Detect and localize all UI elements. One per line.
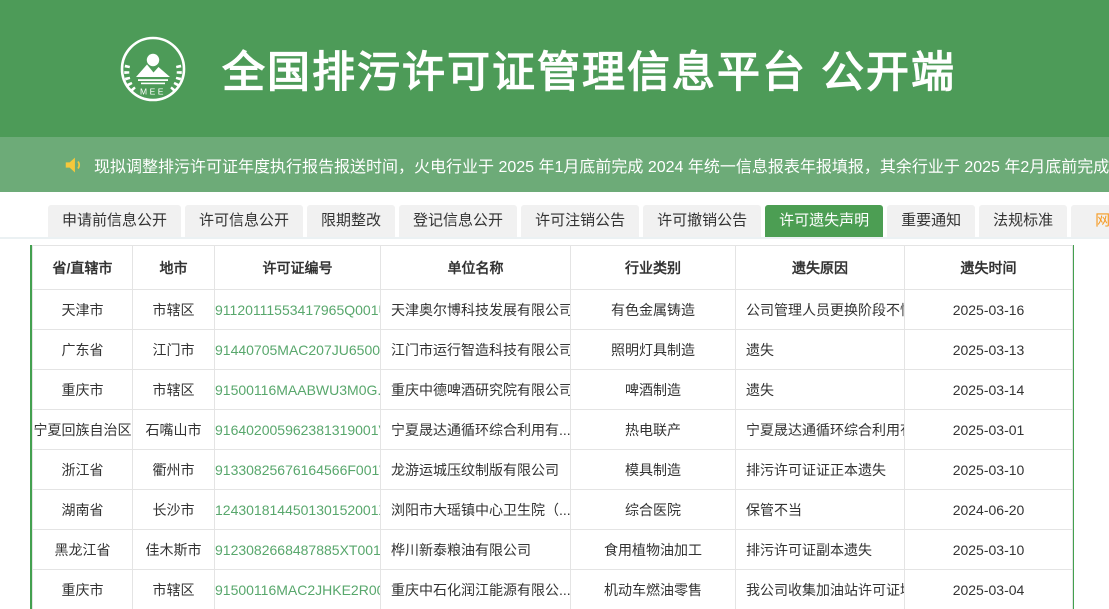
logo-text: MEE	[140, 86, 166, 96]
col-header-loss-reason: 遗失原因	[736, 246, 905, 290]
cell-city: 佳木斯市	[133, 530, 215, 570]
cell-loss-date: 2025-03-16	[905, 290, 1073, 330]
cell-city: 市辖区	[133, 290, 215, 330]
cell-company-name: 龙游运城压纹制版有限公司	[381, 450, 571, 490]
cell-city: 江门市	[133, 330, 215, 370]
tab-bar: 申请前信息公开 许可信息公开 限期整改 登记信息公开 许可注销公告 许可撤销公告…	[0, 205, 1109, 239]
cell-loss-date: 2025-03-13	[905, 330, 1073, 370]
site-header: MEE 全国排污许可证管理信息平台 公开端	[0, 0, 1109, 137]
tab-permit-info[interactable]: 许可信息公开	[185, 205, 303, 237]
cell-permit-number-link[interactable]: 91330825676164566F001W	[215, 450, 381, 490]
cell-industry: 有色金属铸造	[571, 290, 736, 330]
mee-logo-icon: MEE	[120, 36, 186, 102]
cell-loss-reason: 我公司收集加油站许可证填...	[736, 570, 905, 609]
header-inner: MEE 全国排污许可证管理信息平台 公开端	[120, 36, 956, 102]
cell-industry: 食用植物油加工	[571, 530, 736, 570]
cell-permit-number-link[interactable]: 916402005962381319001V	[215, 410, 381, 450]
table-row: 湖南省 长沙市 124301814450130152001X 浏阳市大瑶镇中心卫…	[33, 490, 1073, 530]
col-header-company-name: 单位名称	[381, 246, 571, 290]
cell-company-name: 浏阳市大瑶镇中心卫生院（...	[381, 490, 571, 530]
cell-industry: 综合医院	[571, 490, 736, 530]
cell-city: 石嘴山市	[133, 410, 215, 450]
cell-city: 市辖区	[133, 370, 215, 410]
cell-industry: 照明灯具制造	[571, 330, 736, 370]
col-header-province: 省/直辖市	[33, 246, 133, 290]
col-header-city: 地市	[133, 246, 215, 290]
cell-loss-reason: 遗失	[736, 330, 905, 370]
cell-loss-date: 2025-03-10	[905, 530, 1073, 570]
cell-loss-reason: 排污许可证证正本遗失	[736, 450, 905, 490]
cell-province: 宁夏回族自治区	[33, 410, 133, 450]
col-header-loss-date: 遗失时间	[905, 246, 1073, 290]
page-title: 全国排污许可证管理信息平台 公开端	[222, 38, 956, 100]
cell-province: 重庆市	[33, 570, 133, 609]
cell-province: 天津市	[33, 290, 133, 330]
tab-cancellation-notice[interactable]: 许可注销公告	[521, 205, 639, 237]
cell-loss-reason: 排污许可证副本遗失	[736, 530, 905, 570]
tab-loss-declaration[interactable]: 许可遗失声明	[765, 205, 883, 237]
cell-loss-date: 2025-03-01	[905, 410, 1073, 450]
cell-industry: 啤酒制造	[571, 370, 736, 410]
tab-regulations[interactable]: 法规标准	[979, 205, 1067, 237]
cell-company-name: 宁夏晟达通循环综合利用有...	[381, 410, 571, 450]
tab-registration-info[interactable]: 登记信息公开	[399, 205, 517, 237]
cell-permit-number-link[interactable]: 91500116MAC2JHKE2R00...	[215, 570, 381, 609]
table-row: 重庆市 市辖区 91500116MAC2JHKE2R00... 重庆中石化润江能…	[33, 570, 1073, 609]
cell-permit-number-link[interactable]: 9123082668487885XT001X	[215, 530, 381, 570]
cell-company-name: 江门市运行智造科技有限公司	[381, 330, 571, 370]
cell-loss-reason: 遗失	[736, 370, 905, 410]
cell-province: 浙江省	[33, 450, 133, 490]
tab-important-notice[interactable]: 重要通知	[887, 205, 975, 237]
cell-city: 长沙市	[133, 490, 215, 530]
cell-company-name: 重庆中石化润江能源有限公...	[381, 570, 571, 609]
tab-online-application[interactable]: 网上申报	[1071, 205, 1109, 237]
cell-loss-date: 2025-03-10	[905, 450, 1073, 490]
cell-loss-date: 2024-06-20	[905, 490, 1073, 530]
cell-permit-number-link[interactable]: 91120111553417965Q001U	[215, 290, 381, 330]
col-header-industry: 行业类别	[571, 246, 736, 290]
cell-loss-reason: 公司管理人员更换阶段不慎...	[736, 290, 905, 330]
table-row: 广东省 江门市 91440705MAC207JU65001U 江门市运行智造科技…	[33, 330, 1073, 370]
lost-permit-table: 省/直辖市 地市 许可证编号 单位名称 行业类别 遗失原因 遗失时间 天津市 市…	[30, 245, 1074, 609]
cell-industry: 机动车燃油零售	[571, 570, 736, 609]
cell-loss-reason: 保管不当	[736, 490, 905, 530]
col-header-permit-number: 许可证编号	[215, 246, 381, 290]
cell-province: 重庆市	[33, 370, 133, 410]
tab-revocation-notice[interactable]: 许可撤销公告	[643, 205, 761, 237]
cell-province: 广东省	[33, 330, 133, 370]
table-row: 浙江省 衢州市 91330825676164566F001W 龙游运城压纹制版有…	[33, 450, 1073, 490]
cell-province: 黑龙江省	[33, 530, 133, 570]
cell-loss-date: 2025-03-14	[905, 370, 1073, 410]
cell-permit-number-link[interactable]: 91440705MAC207JU65001U	[215, 330, 381, 370]
table-header-row: 省/直辖市 地市 许可证编号 单位名称 行业类别 遗失原因 遗失时间	[33, 246, 1073, 290]
table-row: 重庆市 市辖区 91500116MAABWU3M0G... 重庆中德啤酒研究院有…	[33, 370, 1073, 410]
cell-industry: 热电联产	[571, 410, 736, 450]
cell-industry: 模具制造	[571, 450, 736, 490]
notice-bar: 现拟调整排污许可证年度执行报告报送时间，火电行业于 2025 年1月底前完成 2…	[0, 137, 1109, 192]
notice-text: 现拟调整排污许可证年度执行报告报送时间，火电行业于 2025 年1月底前完成 2…	[94, 153, 1109, 177]
cell-city: 衢州市	[133, 450, 215, 490]
cell-company-name: 桦川新泰粮油有限公司	[381, 530, 571, 570]
cell-city: 市辖区	[133, 570, 215, 609]
cell-company-name: 重庆中德啤酒研究院有限公司	[381, 370, 571, 410]
cell-permit-number-link[interactable]: 91500116MAABWU3M0G...	[215, 370, 381, 410]
speaker-icon	[64, 156, 85, 174]
cell-province: 湖南省	[33, 490, 133, 530]
tab-pre-application-info[interactable]: 申请前信息公开	[48, 205, 181, 237]
cell-loss-date: 2025-03-04	[905, 570, 1073, 609]
table-row: 宁夏回族自治区 石嘴山市 916402005962381319001V 宁夏晟达…	[33, 410, 1073, 450]
table-row: 天津市 市辖区 91120111553417965Q001U 天津奥尔博科技发展…	[33, 290, 1073, 330]
table-row: 黑龙江省 佳木斯市 9123082668487885XT001X 桦川新泰粮油有…	[33, 530, 1073, 570]
cell-loss-reason: 宁夏晟达通循环综合利用有...	[736, 410, 905, 450]
cell-permit-number-link[interactable]: 124301814450130152001X	[215, 490, 381, 530]
tab-rectification[interactable]: 限期整改	[307, 205, 395, 237]
cell-company-name: 天津奥尔博科技发展有限公司	[381, 290, 571, 330]
